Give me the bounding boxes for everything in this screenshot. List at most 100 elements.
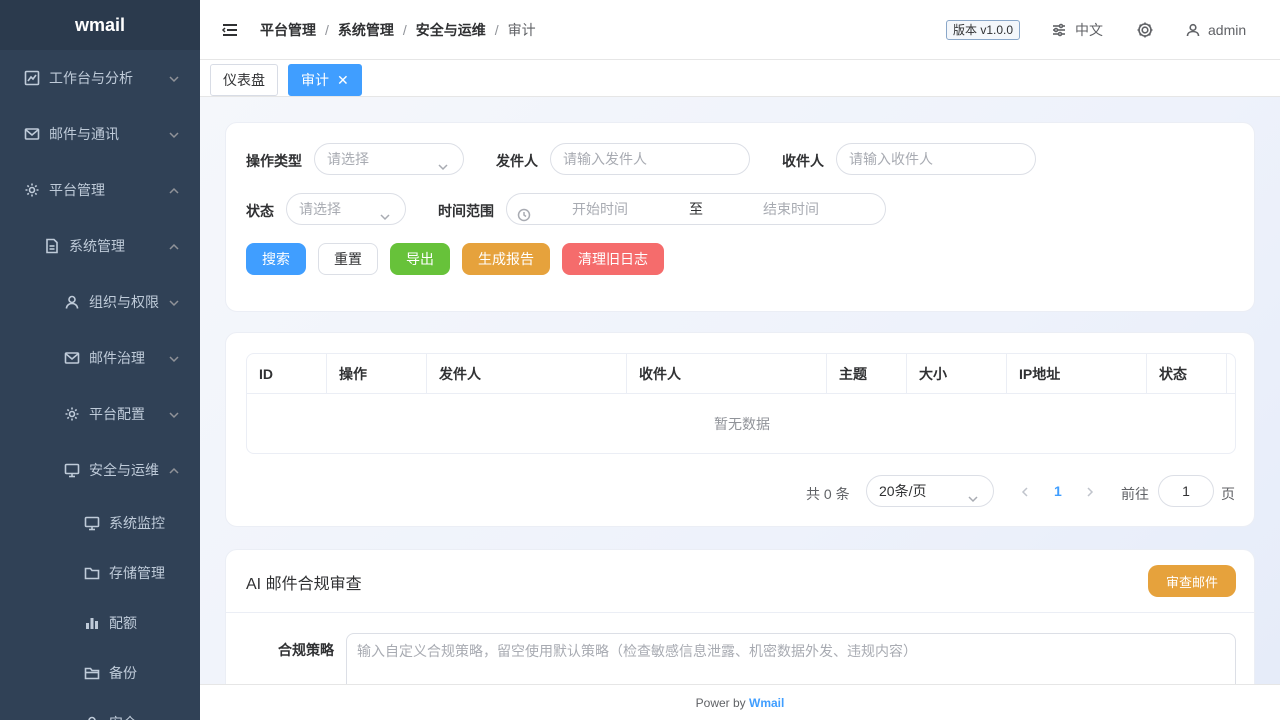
column-header-operation[interactable]: 操作 bbox=[327, 354, 427, 394]
user-menu[interactable]: admin bbox=[1186, 0, 1246, 60]
status-select[interactable]: 请选择 bbox=[286, 193, 406, 225]
time-range-picker[interactable]: 开始时间 至 结束时间 bbox=[506, 193, 886, 225]
app-logo[interactable]: wmail bbox=[0, 0, 200, 50]
chart-line-icon bbox=[24, 70, 40, 86]
clock-icon bbox=[517, 202, 531, 222]
sidebar-item-label: 工作台与分析 bbox=[49, 70, 133, 86]
breadcrumb-item[interactable]: 平台管理 bbox=[260, 20, 316, 40]
column-header-ip[interactable]: IP地址 bbox=[1007, 354, 1147, 394]
tag-label: 仪表盘 bbox=[223, 72, 265, 88]
goto-page-input[interactable]: 1 bbox=[1158, 475, 1214, 507]
settings-gear-icon[interactable] bbox=[1136, 21, 1154, 39]
reset-button[interactable]: 重置 bbox=[318, 243, 378, 275]
recipient-label: 收件人 bbox=[782, 153, 824, 169]
time-start-placeholder: 开始时间 bbox=[572, 201, 628, 217]
column-header-subject[interactable]: 主题 bbox=[827, 354, 907, 394]
generate-report-button[interactable]: 生成报告 bbox=[462, 243, 550, 275]
sender-label: 发件人 bbox=[496, 153, 538, 169]
sidebar-item-storage[interactable]: 存储管理 bbox=[0, 548, 200, 598]
search-button[interactable]: 搜索 bbox=[246, 243, 306, 275]
top-header: 平台管理 / 系统管理 / 安全与运维 / 审计 版本 v1.0.0 中文 ad… bbox=[200, 0, 1280, 60]
document-icon bbox=[44, 238, 60, 254]
column-header-size[interactable]: 大小 bbox=[907, 354, 1007, 394]
tag-label: 审计 bbox=[301, 72, 329, 88]
sidebar-item-label: 邮件治理 bbox=[89, 350, 145, 366]
tag-audit[interactable]: 审计 ✕ bbox=[288, 64, 362, 96]
sidebar-item-security[interactable]: 安全 bbox=[0, 698, 200, 720]
sidebar-item-label: 系统管理 bbox=[69, 238, 125, 254]
sidebar-item-label: 备份 bbox=[109, 665, 137, 681]
page-size-select[interactable]: 20条/页 bbox=[866, 475, 994, 507]
export-button[interactable]: 导出 bbox=[390, 243, 450, 275]
folder-icon bbox=[84, 565, 100, 581]
op-type-placeholder: 请选择 bbox=[327, 151, 369, 167]
page-number-current[interactable]: 1 bbox=[1054, 483, 1062, 499]
column-header-sender[interactable]: 发件人 bbox=[427, 354, 627, 394]
sidebar-item-org-permissions[interactable]: 组织与权限 bbox=[0, 274, 200, 330]
sidebar-item-system-monitor[interactable]: 系统监控 bbox=[0, 498, 200, 548]
goto-label: 前往 bbox=[1121, 486, 1149, 502]
sidebar-item-platform[interactable]: 平台管理 bbox=[0, 162, 200, 218]
breadcrumb-separator: / bbox=[402, 22, 407, 38]
review-mail-button[interactable]: 审查邮件 bbox=[1148, 565, 1236, 597]
page-size-value: 20条/页 bbox=[879, 483, 927, 499]
breadcrumb: 平台管理 / 系统管理 / 安全与运维 / 审计 bbox=[260, 0, 536, 60]
filter-card: 操作类型 请选择 发件人 请输入发件人 收件人 请输入收件人 状态 请选择 时间… bbox=[225, 122, 1255, 312]
chevron-down-icon bbox=[168, 352, 180, 364]
breadcrumb-separator: / bbox=[325, 22, 329, 38]
sidebar-item-label: 平台管理 bbox=[49, 182, 105, 198]
sidebar: wmail 工作台与分析 邮件与通讯 平台管理 系统管理 组织与权限 邮件治理 … bbox=[0, 0, 200, 720]
op-type-select[interactable]: 请选择 bbox=[314, 143, 464, 175]
table-header: ID 操作 发件人 收件人 主题 大小 IP地址 状态 bbox=[247, 354, 1235, 394]
breadcrumb-current: 审计 bbox=[507, 22, 536, 38]
sidebar-item-label: 存储管理 bbox=[109, 565, 165, 581]
footer-prefix: Power by bbox=[695, 696, 746, 710]
sliders-icon bbox=[1053, 23, 1065, 37]
sidebar-item-backup[interactable]: 备份 bbox=[0, 648, 200, 698]
main-content: 操作类型 请选择 发件人 请输入发件人 收件人 请输入收件人 状态 请选择 时间… bbox=[200, 97, 1280, 684]
user-icon bbox=[84, 715, 100, 720]
column-header-status[interactable]: 状态 bbox=[1147, 354, 1227, 394]
menu-toggle-icon[interactable] bbox=[221, 21, 239, 39]
sidebar-item-security-ops[interactable]: 安全与运维 bbox=[0, 442, 200, 498]
sidebar-item-quota[interactable]: 配额 bbox=[0, 598, 200, 648]
version-badge: 版本 v1.0.0 bbox=[946, 20, 1021, 40]
close-icon[interactable]: ✕ bbox=[337, 73, 349, 87]
username: admin bbox=[1208, 22, 1247, 38]
chevron-down-icon bbox=[168, 72, 180, 84]
divider bbox=[226, 612, 1256, 613]
sidebar-item-platform-config[interactable]: 平台配置 bbox=[0, 386, 200, 442]
mail-icon bbox=[24, 126, 40, 142]
sidebar-item-mail[interactable]: 邮件与通讯 bbox=[0, 106, 200, 162]
sidebar-item-system[interactable]: 系统管理 bbox=[0, 218, 200, 274]
gear-icon bbox=[64, 406, 80, 422]
sidebar-item-dashboard-analytics[interactable]: 工作台与分析 bbox=[0, 50, 200, 106]
tags-view: 仪表盘 审计 ✕ bbox=[200, 60, 1280, 97]
column-header-id[interactable]: ID bbox=[247, 354, 327, 394]
sender-input[interactable]: 请输入发件人 bbox=[550, 143, 750, 175]
prev-page-icon[interactable] bbox=[1019, 485, 1031, 497]
breadcrumb-item[interactable]: 安全与运维 bbox=[416, 20, 486, 40]
footer-brand-link[interactable]: Wmail bbox=[749, 696, 784, 710]
policy-label: 合规策略 bbox=[278, 642, 334, 658]
ai-compliance-card: AI 邮件合规审查 审查邮件 合规策略 输入自定义合规策略，留空使用默认策略（检… bbox=[225, 549, 1256, 684]
table-empty-text: 暂无数据 bbox=[714, 416, 770, 432]
sidebar-item-mail-governance[interactable]: 邮件治理 bbox=[0, 330, 200, 386]
sidebar-item-label: 配额 bbox=[109, 615, 137, 631]
sidebar-item-label: 邮件与通讯 bbox=[49, 126, 119, 142]
clean-old-logs-button[interactable]: 清理旧日志 bbox=[562, 243, 664, 275]
status-label: 状态 bbox=[246, 203, 274, 219]
recipient-input[interactable]: 请输入收件人 bbox=[836, 143, 1036, 175]
policy-textarea[interactable]: 输入自定义合规策略，留空使用默认策略（检查敏感信息泄露、机密数据外发、违规内容） bbox=[346, 633, 1236, 684]
breadcrumb-item[interactable]: 系统管理 bbox=[338, 20, 394, 40]
chevron-up-icon bbox=[168, 184, 180, 196]
column-header-recipient[interactable]: 收件人 bbox=[627, 354, 827, 394]
ai-card-title: AI 邮件合规审查 bbox=[246, 576, 362, 593]
tag-dashboard[interactable]: 仪表盘 bbox=[210, 64, 278, 96]
gear-icon bbox=[24, 182, 40, 198]
language-switch[interactable]: 中文 bbox=[1051, 0, 1103, 60]
sidebar-item-label: 安全 bbox=[109, 713, 137, 720]
sidebar-item-label: 安全与运维 bbox=[89, 462, 159, 478]
time-range-label: 时间范围 bbox=[438, 203, 494, 219]
next-page-icon[interactable] bbox=[1084, 485, 1096, 497]
